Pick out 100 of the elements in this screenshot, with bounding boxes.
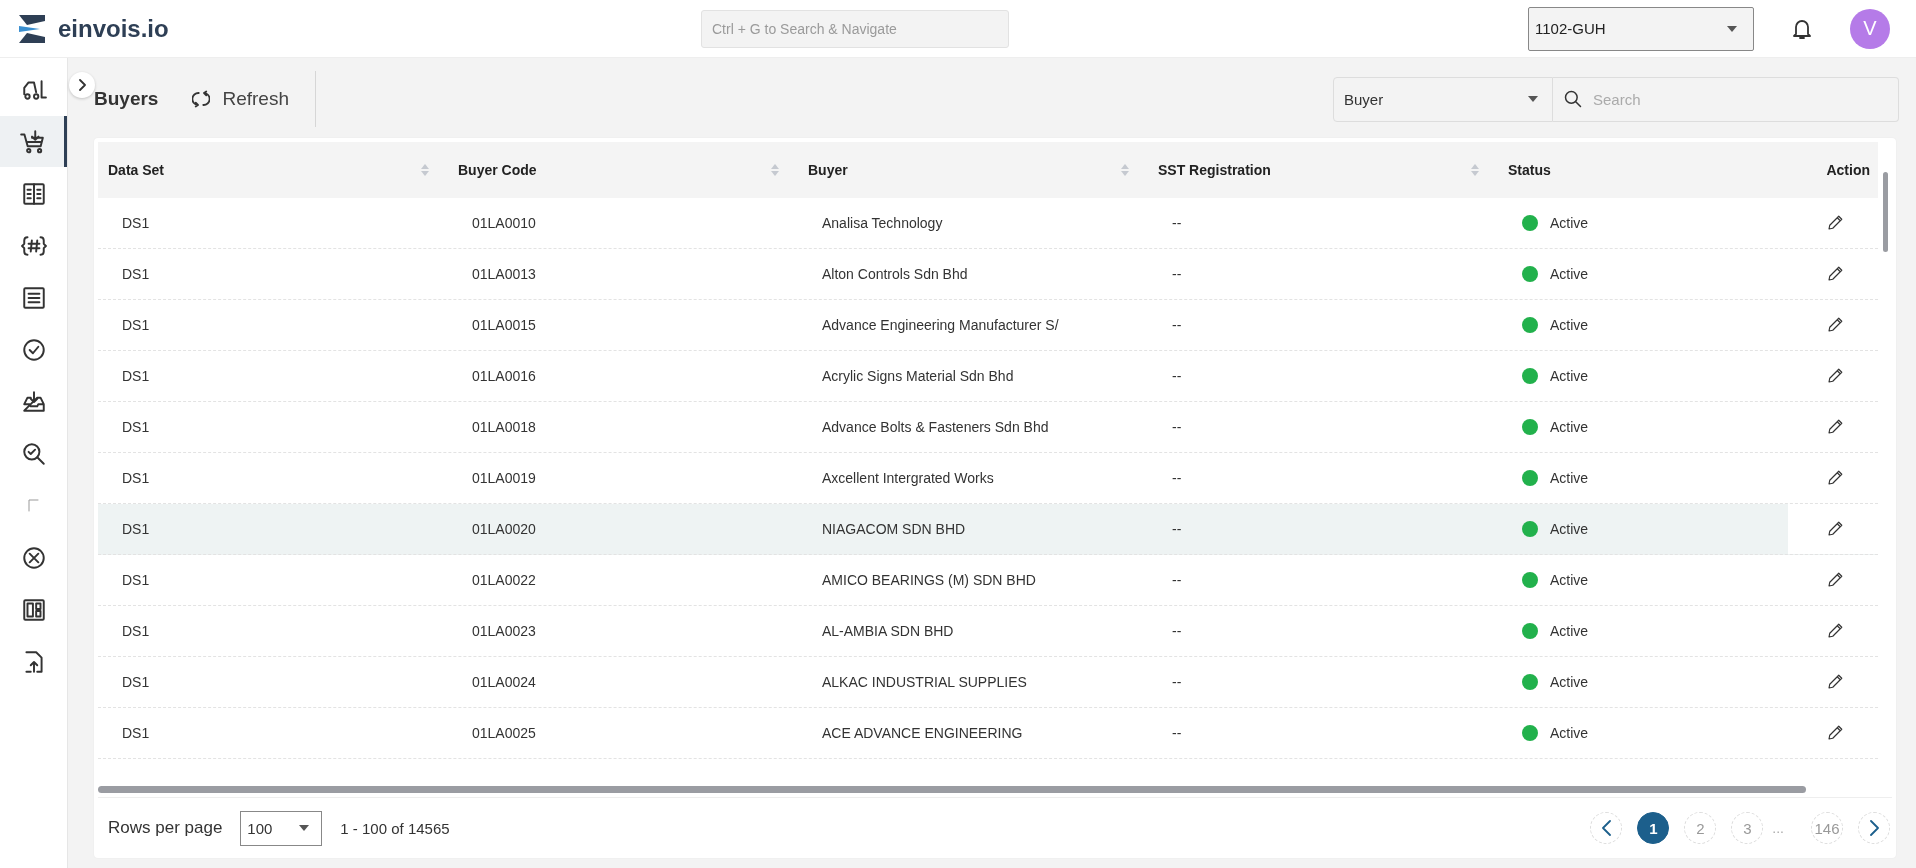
edit-pencil-icon[interactable] xyxy=(1826,724,1844,742)
status-text: Active xyxy=(1550,368,1589,384)
rows-per-page-dropdown[interactable]: 100 xyxy=(240,810,323,846)
status-dot xyxy=(1522,674,1538,690)
table-cell: -- xyxy=(1172,572,1182,588)
table-cell: 01LA0019 xyxy=(472,470,536,486)
company-dropdown[interactable]: 1102-GUH xyxy=(1528,6,1754,51)
table-cell: AMICO BEARINGS (M) SDN BHD xyxy=(822,572,1036,588)
table-row[interactable]: DS1 01LA0015 Advance Engineering Manufacturer S/ -- Active xyxy=(98,300,1878,351)
table-cell: -- xyxy=(1172,725,1182,741)
column-header[interactable]: Action xyxy=(1826,162,1870,178)
table-cell: -- xyxy=(1172,419,1182,435)
table-cell: DS1 xyxy=(122,521,150,537)
table-cell: 01LA0023 xyxy=(472,623,536,639)
table-cell: Acrylic Signs Material Sdn Bhd xyxy=(822,368,1014,384)
table-cell: 01LA0024 xyxy=(472,674,536,690)
table-cell: -- xyxy=(1172,623,1182,639)
table-cell: Analisa Technology xyxy=(822,215,943,231)
caret-icon xyxy=(299,825,310,831)
edit-pencil-icon[interactable] xyxy=(1826,418,1844,436)
list-icon xyxy=(20,284,47,311)
table-cell: 01LA0013 xyxy=(472,266,536,282)
table-row[interactable]: DS1 01LA0018 Advance Bolts & Fasteners Sdn Bhd -- Active xyxy=(98,402,1878,453)
table-cell: -- xyxy=(1172,317,1182,333)
column-header[interactable]: Buyer Code xyxy=(458,162,537,178)
status-dot xyxy=(1522,215,1538,231)
edit-pencil-icon[interactable] xyxy=(1826,520,1844,538)
app-logo-text: einvois.io xyxy=(58,14,169,43)
table-cell: -- xyxy=(1172,470,1182,486)
column-header[interactable]: Status xyxy=(1508,162,1551,178)
table-cell: 01LA0010 xyxy=(472,215,536,231)
table-cell: Advance Bolts & Fasteners Sdn Bhd xyxy=(822,419,1049,435)
edit-pencil-icon[interactable] xyxy=(1826,214,1844,232)
status-text: Active xyxy=(1550,215,1589,231)
refresh-icon xyxy=(192,90,211,108)
edit-pencil-icon[interactable] xyxy=(1826,622,1844,640)
table-row[interactable]: DS1 01LA0010 Analisa Technology -- Active xyxy=(98,198,1878,249)
caret-icon xyxy=(1528,96,1538,102)
column-header[interactable]: Buyer xyxy=(808,162,848,178)
corner-icon xyxy=(28,499,39,512)
search-field[interactable]: Search xyxy=(1553,76,1899,122)
edit-pencil-icon[interactable] xyxy=(1826,367,1844,385)
table-cell: NIAGACOM SDN BHD xyxy=(822,521,966,537)
status-text: Active xyxy=(1550,674,1589,690)
table-cell: DS1 xyxy=(122,470,150,486)
table-row[interactable]: DS1 01LA0016 Acrylic Signs Material Sdn Bhd -- Active xyxy=(98,351,1878,402)
logo-icon xyxy=(18,13,46,44)
table-cell: ALKAC INDUSTRIAL SUPPLIES xyxy=(822,674,1027,690)
table-cell: DS1 xyxy=(122,266,150,282)
book-icon xyxy=(20,180,47,207)
table-cell: DS1 xyxy=(122,368,150,384)
table-cell: AL-AMBIA SDN BHD xyxy=(822,623,954,639)
status-dot xyxy=(1522,368,1538,384)
status-text: Active xyxy=(1550,470,1589,486)
edit-pencil-icon[interactable] xyxy=(1826,316,1844,334)
notification-bell-icon[interactable] xyxy=(1792,17,1812,40)
edit-pencil-icon[interactable] xyxy=(1826,469,1844,487)
status-text: Active xyxy=(1550,623,1589,639)
table-row[interactable]: DS1 01LA0013 Alton Controls Sdn Bhd -- Active xyxy=(98,249,1878,300)
vertical-scrollbar[interactable] xyxy=(1883,172,1888,252)
status-dot xyxy=(1522,266,1538,282)
table-cell: ACE ADVANCE ENGINEERING xyxy=(822,725,1023,741)
table-cell: Advance Engineering Manufacturer S/ xyxy=(822,317,1059,333)
table-row[interactable]: DS1 01LA0020 NIAGACOM SDN BHD -- Active xyxy=(98,504,1878,555)
table-cell: DS1 xyxy=(122,215,150,231)
status-dot xyxy=(1522,572,1538,588)
search-field[interactable]: Ctrl + G to Search & Navigate xyxy=(701,9,1009,48)
edit-pencil-icon[interactable] xyxy=(1826,265,1844,283)
chevron-right-icon xyxy=(1869,820,1879,836)
table-row[interactable]: DS1 01LA0022 AMICO BEARINGS (M) SDN BHD -- Active xyxy=(98,555,1878,606)
table-cell: DS1 xyxy=(122,317,150,333)
status-dot xyxy=(1522,419,1538,435)
status-dot xyxy=(1522,725,1538,741)
table-cell: -- xyxy=(1172,368,1182,384)
sidebar-item[interactable] xyxy=(0,116,67,167)
table-row[interactable]: DS1 01LA0025 ACE ADVANCE ENGINEERING -- Active xyxy=(98,708,1878,759)
column-header[interactable]: Data Set xyxy=(108,162,165,178)
table-cell: 01LA0018 xyxy=(472,419,536,435)
horizontal-scrollbar[interactable] xyxy=(98,786,1806,793)
page-button[interactable]: 1 xyxy=(1637,812,1670,844)
edit-pencil-icon[interactable] xyxy=(1826,571,1844,589)
table-cell: Alton Controls Sdn Bhd xyxy=(822,266,968,282)
status-text: Active xyxy=(1550,725,1589,741)
status-dot xyxy=(1522,521,1538,537)
inbox-download-icon xyxy=(20,388,47,415)
table-cell: 01LA0020 xyxy=(472,521,536,537)
table-cell: 01LA0015 xyxy=(472,317,536,333)
status-text: Active xyxy=(1550,317,1589,333)
column-header[interactable]: SST Registration xyxy=(1158,162,1271,178)
refresh-button[interactable]: Refresh xyxy=(186,84,295,114)
table-cell: -- xyxy=(1172,674,1182,690)
table-row[interactable]: DS1 01LA0023 AL-AMBIA SDN BHD -- Active xyxy=(98,606,1878,657)
filter-dropdown[interactable]: Buyer xyxy=(1333,76,1553,122)
table-row[interactable]: DS1 01LA0024 ALKAC INDUSTRIAL SUPPLIES -- Active xyxy=(98,657,1878,708)
status-text: Active xyxy=(1550,572,1589,588)
edit-pencil-icon[interactable] xyxy=(1826,673,1844,691)
table-cell: -- xyxy=(1172,215,1182,231)
search-input[interactable]: Search xyxy=(1591,83,1898,115)
status-dot xyxy=(1522,470,1538,486)
rows-per-page-label: Rows per page xyxy=(108,818,223,838)
